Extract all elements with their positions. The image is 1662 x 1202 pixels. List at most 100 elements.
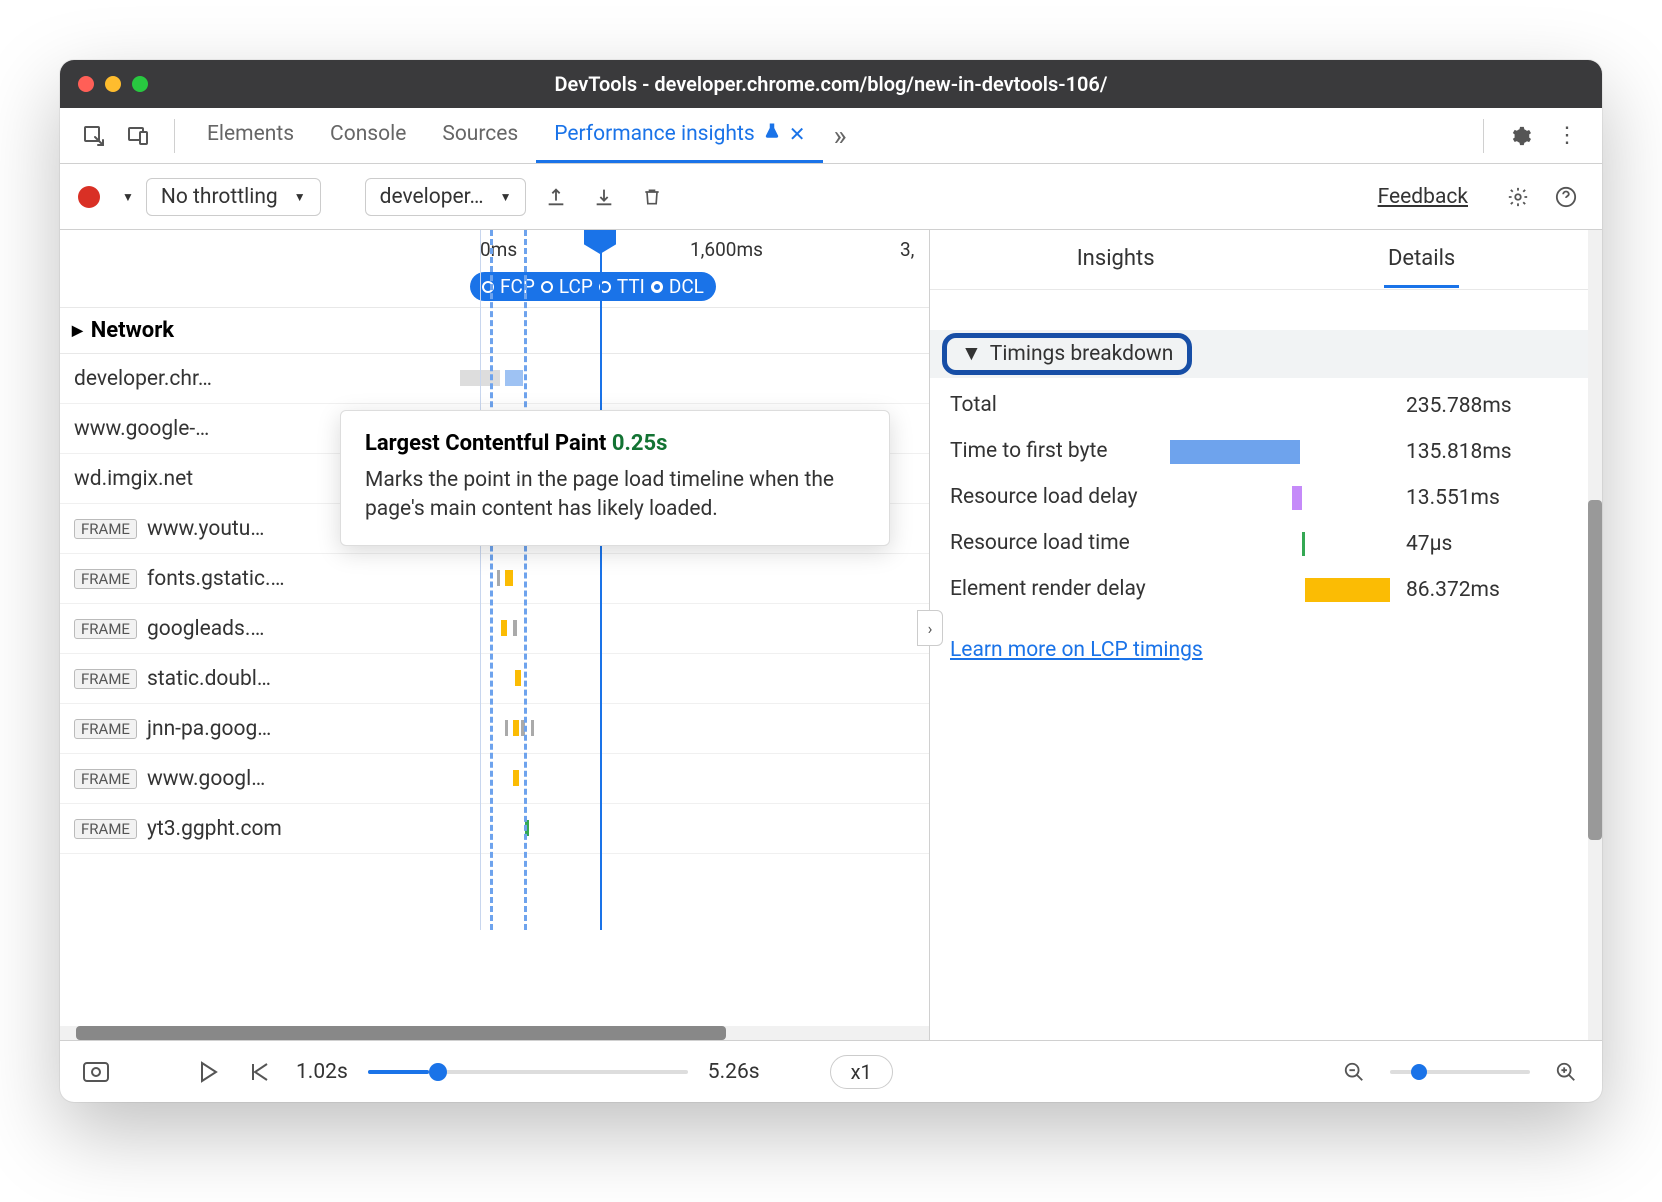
marker-tti: TTI — [617, 275, 645, 298]
tab-label: Details — [1388, 246, 1455, 271]
settings-gear-icon[interactable] — [1506, 121, 1536, 151]
marker-line-lcp — [524, 230, 527, 930]
metric-row: Resource load delay13.551ms — [950, 484, 1582, 512]
waterfall-bar — [505, 370, 523, 386]
marker-dot — [541, 281, 553, 293]
disclosure-triangle-icon: ▶ — [72, 323, 83, 339]
frame-badge: FRAME — [74, 519, 137, 539]
more-menu-icon[interactable]: ⋮ — [1552, 121, 1582, 151]
record-button[interactable] — [78, 186, 100, 208]
network-row[interactable]: FRAMEwww.googl… — [60, 754, 929, 804]
sub-tab-insights[interactable]: Insights — [1073, 232, 1159, 288]
delete-icon[interactable] — [638, 183, 666, 211]
network-row[interactable]: FRAMEgoogleads.… — [60, 604, 929, 654]
tab-label: Performance insights — [554, 122, 754, 146]
network-row[interactable]: developer.chr… — [60, 354, 929, 404]
metric-bar — [1302, 532, 1305, 556]
main-tabs-row: Elements Console Sources Performance ins… — [60, 108, 1602, 164]
network-label: Network — [91, 318, 174, 343]
preview-icon[interactable] — [80, 1056, 112, 1088]
metric-bar — [1305, 578, 1390, 602]
page-select[interactable]: developer… ▼ — [365, 178, 527, 216]
settings-icon[interactable] — [1504, 183, 1532, 211]
timeline-tick: 1,600ms — [690, 238, 763, 261]
network-row-label: yt3.ggpht.com — [147, 817, 282, 841]
timings-breakdown-header[interactable]: ▼ Timings breakdown — [930, 330, 1602, 378]
timings-metrics: Total235.788msTime to first byte135.818m… — [930, 378, 1602, 618]
network-section-header[interactable]: ▶ Network — [60, 308, 929, 354]
waterfall-bar — [513, 770, 519, 786]
origin-line — [480, 230, 481, 930]
end-time: 5.26s — [708, 1060, 760, 1084]
marker-dcl: DCL — [669, 275, 704, 298]
page-select-label: developer… — [380, 185, 484, 209]
minimize-window-button[interactable] — [105, 76, 121, 92]
horizontal-scrollbar[interactable] — [60, 1026, 929, 1040]
network-row[interactable]: FRAMEstatic.doubl… — [60, 654, 929, 704]
close-window-button[interactable] — [78, 76, 94, 92]
feedback-link[interactable]: Feedback — [1378, 185, 1468, 209]
playhead-handle[interactable] — [584, 230, 616, 254]
metric-row: Total235.788ms — [950, 392, 1582, 420]
timeline-markers[interactable]: FCP LCP TTI DCL — [470, 272, 716, 301]
chevron-down-icon: ▼ — [294, 190, 306, 204]
inspect-element-icon[interactable] — [80, 122, 108, 150]
waterfall-bar — [497, 570, 500, 586]
waterfall-bar — [515, 670, 521, 686]
zoom-out-icon[interactable] — [1338, 1056, 1370, 1088]
timeline-tick: 0ms — [480, 238, 517, 261]
record-dropdown-icon[interactable]: ▼ — [122, 190, 134, 204]
network-row[interactable]: FRAMEyt3.ggpht.com — [60, 804, 929, 854]
slider-thumb[interactable] — [429, 1063, 447, 1081]
marker-dot — [651, 281, 663, 293]
zoom-slider[interactable] — [1390, 1070, 1530, 1074]
network-row-label: www.youtu… — [147, 517, 264, 541]
close-tab-icon[interactable]: ✕ — [789, 122, 806, 146]
sub-tab-details[interactable]: Details — [1384, 232, 1459, 288]
export-icon[interactable] — [542, 183, 570, 211]
playhead-line — [600, 230, 602, 930]
metric-value: 13.551ms — [1406, 486, 1500, 510]
collapse-panel-button[interactable]: › — [917, 610, 943, 646]
lcp-tooltip: Largest Contentful Paint 0.25s Marks the… — [340, 410, 890, 546]
tab-elements[interactable]: Elements — [189, 108, 312, 163]
divider — [1483, 119, 1484, 153]
zoom-level[interactable]: x1 — [830, 1055, 893, 1089]
tab-sources[interactable]: Sources — [424, 108, 536, 163]
import-icon[interactable] — [590, 183, 618, 211]
timeline-slider[interactable] — [368, 1070, 688, 1074]
metric-bar — [1292, 486, 1302, 510]
scrollbar-thumb[interactable] — [1588, 500, 1602, 840]
device-toggle-icon[interactable] — [124, 122, 152, 150]
waterfall-bar — [505, 570, 513, 586]
play-icon[interactable] — [192, 1056, 224, 1088]
timings-header-label: Timings breakdown — [990, 342, 1174, 366]
network-row[interactable]: FRAMEfonts.gstatic.… — [60, 554, 929, 604]
flask-icon — [763, 122, 781, 146]
marker-line-fcp — [490, 230, 493, 930]
maximize-window-button[interactable] — [132, 76, 148, 92]
network-row[interactable]: FRAMEjnn-pa.goog… — [60, 704, 929, 754]
playback-bar: 1.02s 5.26s x1 — [60, 1040, 1602, 1102]
tab-performance-insights[interactable]: Performance insights ✕ — [536, 108, 823, 163]
more-tabs-icon[interactable]: » — [833, 119, 846, 152]
tab-console[interactable]: Console — [312, 108, 424, 163]
metric-row: Resource load time47µs — [950, 530, 1582, 558]
network-row-label: static.doubl… — [147, 667, 271, 691]
help-icon[interactable] — [1552, 183, 1580, 211]
jump-start-icon[interactable] — [244, 1056, 276, 1088]
zoom-in-icon[interactable] — [1550, 1056, 1582, 1088]
waterfall-bar — [513, 720, 519, 736]
metric-value: 47µs — [1406, 532, 1452, 556]
metric-label: Element render delay — [950, 577, 1170, 602]
vertical-scrollbar[interactable] — [1588, 230, 1602, 1040]
metric-value: 235.788ms — [1406, 394, 1512, 418]
throttling-select[interactable]: No throttling ▼ — [146, 178, 321, 216]
timeline-ruler[interactable]: 0ms 1,600ms 3, FCP LCP TTI DCL — [60, 230, 929, 308]
scrollbar-thumb[interactable] — [76, 1026, 726, 1040]
slider-thumb[interactable] — [1411, 1064, 1427, 1080]
network-row-label: googleads.… — [147, 617, 264, 641]
learn-more-link[interactable]: Learn more on LCP timings — [930, 618, 1602, 682]
network-row-label: developer.chr… — [74, 367, 212, 391]
sub-tabs: Insights Details — [930, 230, 1602, 290]
